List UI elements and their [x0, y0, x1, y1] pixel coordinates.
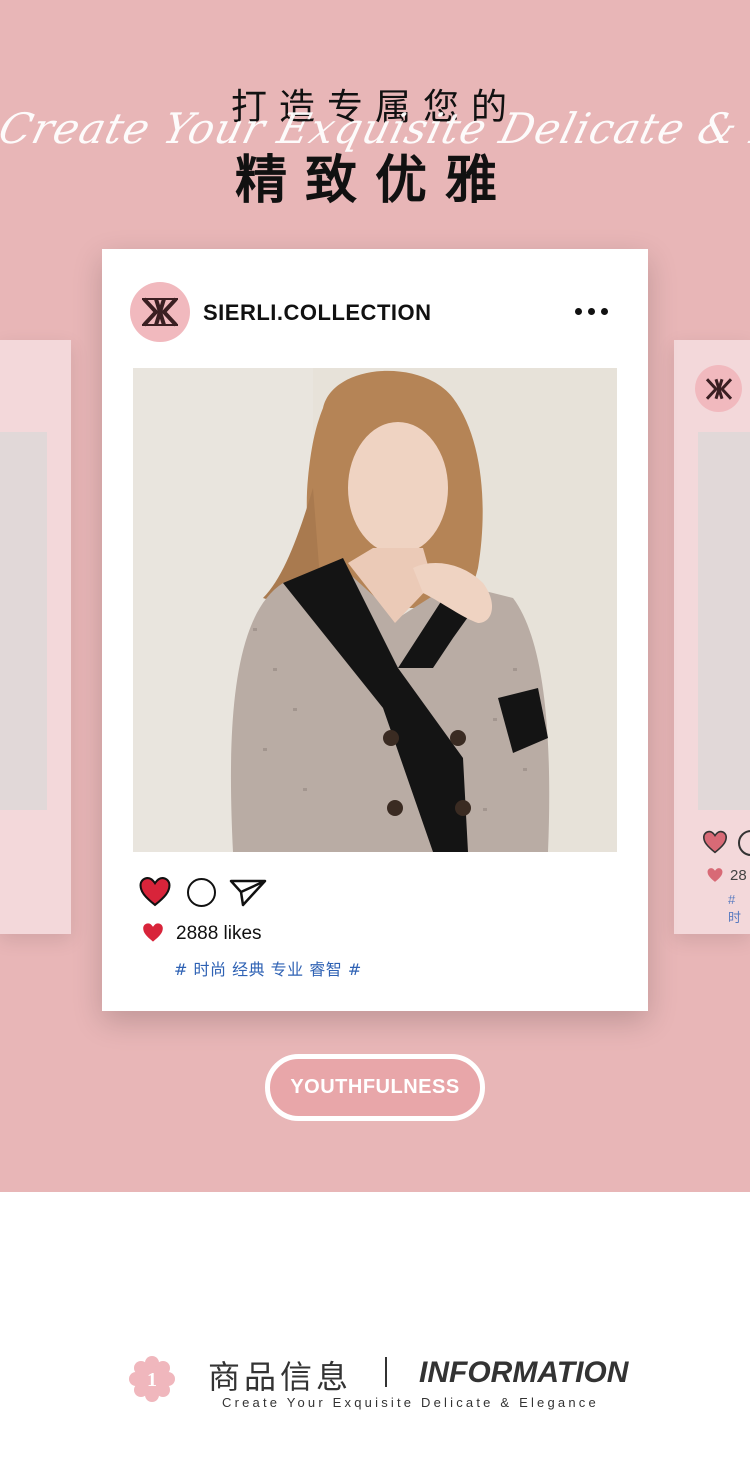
headline-line2: 精致优雅 — [234, 151, 515, 211]
post-photo — [133, 368, 617, 852]
brand-logo-icon[interactable] — [130, 282, 190, 342]
brand-logo-icon — [695, 365, 742, 412]
badge-number: 1 — [147, 1369, 157, 1391]
side-likes-text: 28 — [730, 867, 747, 884]
title-divider — [385, 1357, 387, 1387]
likes-count: 2888 likes — [176, 923, 262, 944]
section-title-en: INFORMATION — [419, 1356, 629, 1389]
like-heart-icon[interactable] — [138, 876, 172, 911]
side-post-photo — [698, 432, 750, 810]
ellipsis-icon[interactable] — [575, 301, 615, 321]
section-title-cn: 商品信息 — [208, 1358, 353, 1396]
comment-icon — [738, 830, 750, 856]
send-icon[interactable] — [229, 877, 267, 911]
account-name[interactable]: SIERLI.COLLECTION — [203, 300, 432, 326]
hashtags[interactable]: # 时尚 经典 专业 睿智 # — [174, 956, 362, 980]
hero-section: 打造专属您的 Create Your Exquisite Delicate & … — [0, 0, 750, 1192]
heart-outline-icon — [702, 830, 728, 858]
tag-pill-button[interactable]: YOUTHFULNESS — [265, 1054, 485, 1121]
side-post-right: 28 # 时 — [674, 340, 750, 934]
flower-number-badge-icon: 1 — [128, 1355, 176, 1407]
side-post-photo — [0, 432, 47, 810]
side-tags-text: # 时 — [728, 892, 742, 925]
section-subtitle: Create Your Exquisite Delicate & Eleganc… — [222, 1395, 599, 1410]
main-post-card: SIERLI.COLLECTION 2888 likes # 时尚 经典 专业 … — [102, 249, 648, 1011]
comment-icon[interactable] — [187, 878, 216, 907]
heart-icon — [141, 922, 165, 947]
side-post-left — [0, 340, 71, 934]
heart-icon — [706, 867, 724, 887]
